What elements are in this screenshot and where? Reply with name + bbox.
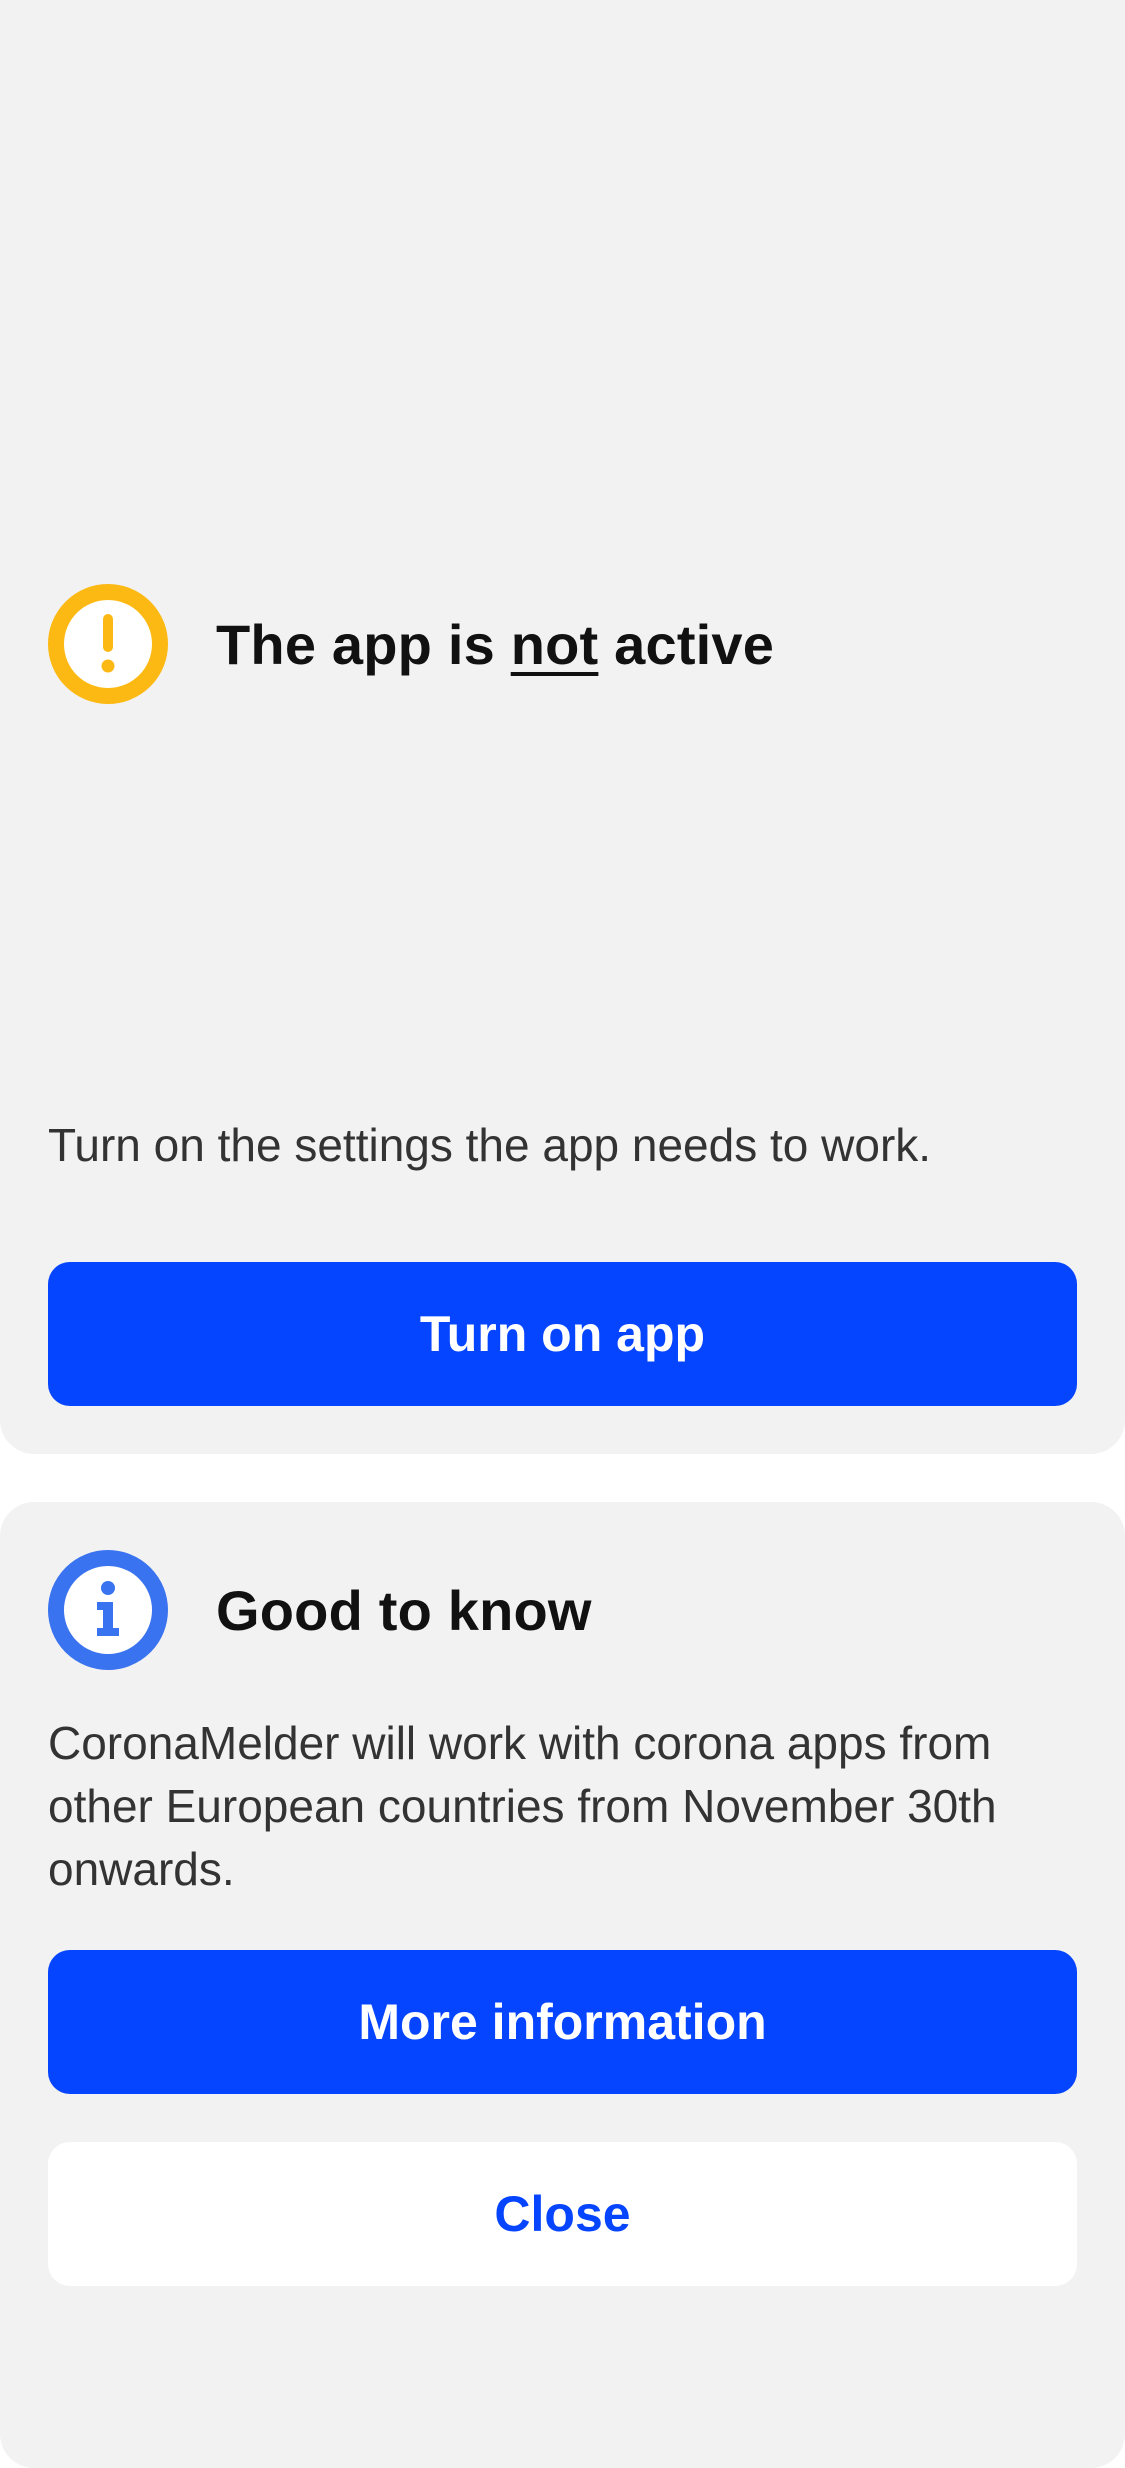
info-title: Good to know <box>216 1578 592 1642</box>
more-information-button[interactable]: More information <box>48 1950 1077 2094</box>
info-card: Good to know CoronaMelder will work with… <box>0 1502 1125 2468</box>
status-card: The app is not active Turn on the settin… <box>0 0 1125 1454</box>
info-header: Good to know <box>48 1550 592 1670</box>
warning-icon <box>48 584 168 704</box>
close-button[interactable]: Close <box>48 2142 1077 2286</box>
turn-on-app-button[interactable]: Turn on app <box>48 1262 1077 1406</box>
status-header: The app is not active <box>48 584 774 704</box>
status-description: Turn on the settings the app needs to wo… <box>48 1119 932 1171</box>
info-icon <box>48 1550 168 1670</box>
info-description: CoronaMelder will work with corona apps … <box>48 1717 997 1895</box>
status-title-suffix: active <box>598 612 775 676</box>
status-title-emphasis: not <box>510 612 599 676</box>
status-title: The app is not active <box>216 612 774 677</box>
status-title-prefix: The app is <box>216 612 511 676</box>
